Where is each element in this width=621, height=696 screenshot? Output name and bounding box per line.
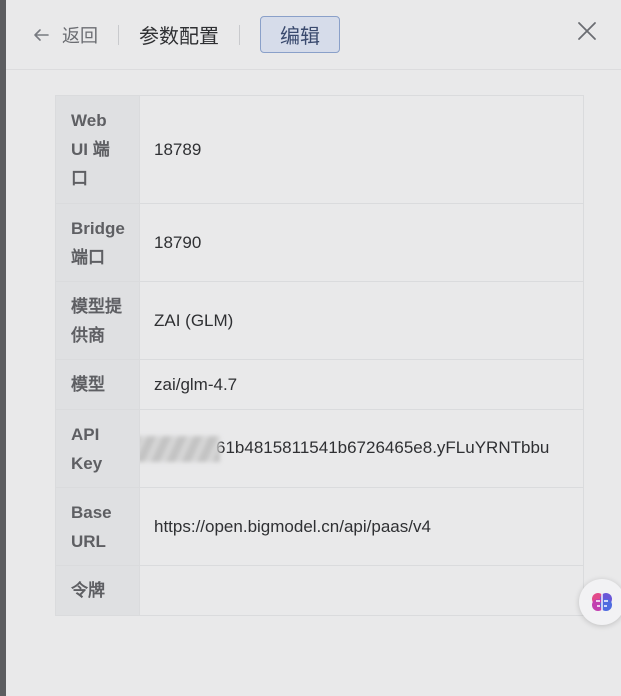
param-value: https://open.bigmodel.cn/api/paas/v4: [139, 487, 584, 566]
table-row: 令牌: [55, 565, 584, 616]
left-edge-strip: [0, 0, 6, 696]
table-row: Web UI 端口 18789: [55, 95, 584, 204]
table-row: 模型提供商 ZAI (GLM): [55, 281, 584, 360]
param-label: 模型: [55, 359, 140, 410]
table-row: Bridge 端口 18790: [55, 203, 584, 282]
page-title: 参数配置: [139, 26, 219, 48]
param-label: Base URL: [55, 487, 140, 566]
arrow-left-icon: [34, 28, 49, 41]
param-label: API Key: [55, 409, 140, 488]
param-label: Bridge 端口: [55, 203, 140, 282]
back-button[interactable]: 返回: [32, 22, 98, 48]
param-value: 18789: [139, 95, 584, 204]
param-value: ZAI (GLM): [139, 281, 584, 360]
dialog-header: 返回 参数配置 编辑: [6, 0, 621, 70]
param-label: 模型提供商: [55, 281, 140, 360]
api-key-text: 61b4815811541b6726465e8.yFLuYRNTbbu: [216, 437, 550, 457]
back-label: 返回: [62, 25, 98, 46]
masked-secret: [140, 435, 220, 462]
header-divider: [118, 24, 119, 45]
params-table: Web UI 端口 18789 Bridge 端口 18790 模型提供商 ZA…: [55, 95, 584, 616]
edit-button[interactable]: 编辑: [260, 16, 340, 53]
param-value: [139, 565, 584, 616]
header-divider: [239, 24, 240, 45]
table-row: Base URL https://open.bigmodel.cn/api/pa…: [55, 487, 584, 566]
param-value: 18790: [139, 203, 584, 282]
close-icon[interactable]: [577, 21, 597, 41]
assistant-button[interactable]: [579, 579, 621, 625]
table-row: 模型 zai/glm-4.7: [55, 359, 584, 410]
brain-icon: [592, 593, 612, 611]
param-label: 令牌: [55, 565, 140, 616]
param-value: zai/glm-4.7: [139, 359, 584, 410]
param-label: Web UI 端口: [55, 95, 140, 204]
param-value: 61b4815811541b6726465e8.yFLuYRNTbbu: [139, 409, 584, 488]
table-row: API Key 61b4815811541b6726465e8.yFLuYRNT…: [55, 409, 584, 488]
